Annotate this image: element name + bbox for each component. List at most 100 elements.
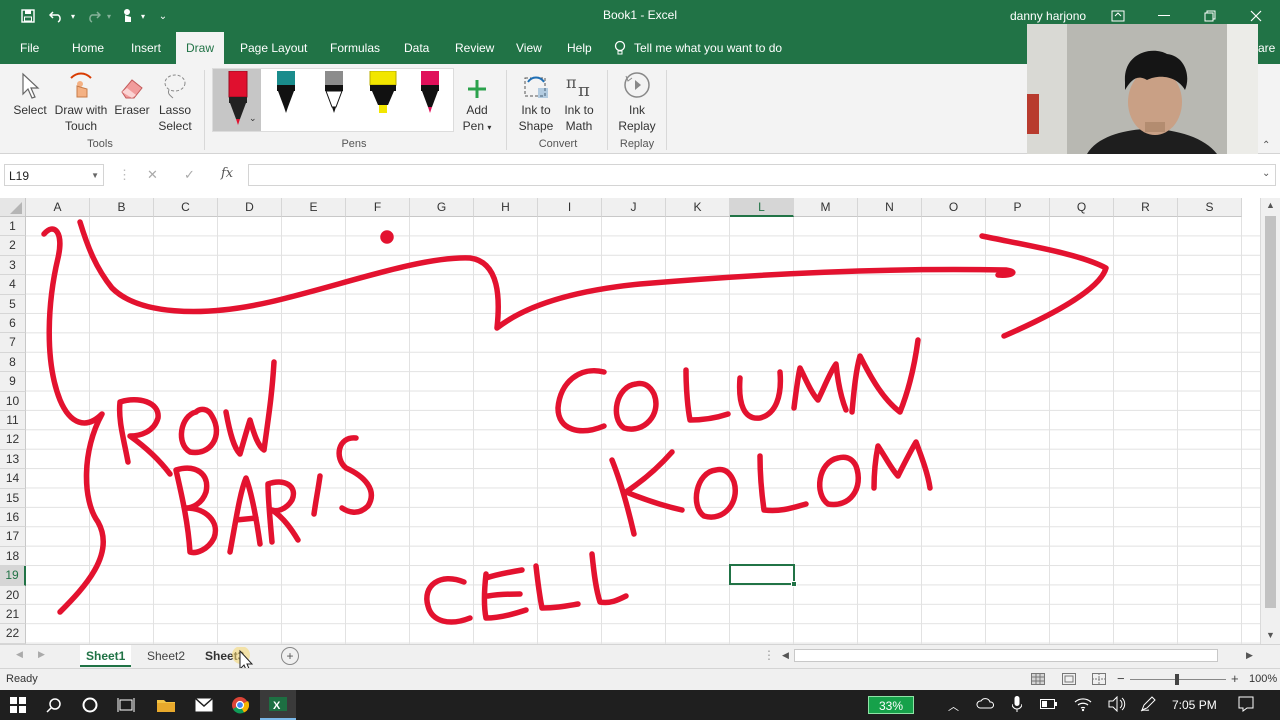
column-header-d[interactable]: D (218, 198, 282, 217)
lasso-select-button[interactable]: Lasso Select (154, 68, 196, 134)
tab-review[interactable]: Review (445, 32, 504, 64)
row-header-6[interactable]: 6 (0, 314, 26, 334)
formula-input[interactable] (248, 164, 1276, 186)
column-header-o[interactable]: O (922, 198, 986, 217)
row-header-4[interactable]: 4 (0, 275, 26, 295)
column-header-k[interactable]: K (666, 198, 730, 217)
page-layout-view-icon[interactable] (1062, 673, 1076, 688)
eraser-button[interactable]: Eraser (112, 68, 152, 118)
row-header-10[interactable]: 10 (0, 391, 26, 411)
column-header-e[interactable]: E (282, 198, 346, 217)
column-header-i[interactable]: I (538, 198, 602, 217)
tab-draw[interactable]: Draw (176, 32, 225, 65)
tab-view[interactable]: View (506, 32, 552, 64)
row-header-19[interactable]: 19 (0, 566, 26, 586)
active-cell-l19[interactable] (729, 564, 797, 587)
row-header-12[interactable]: 12 (0, 430, 26, 450)
pen-black-galaxy-icon[interactable] (275, 71, 297, 122)
insert-function-icon[interactable]: fx (221, 166, 233, 181)
row-header-15[interactable]: 15 (0, 488, 26, 508)
row-header-3[interactable]: 3 (0, 255, 26, 276)
cancel-entry-icon[interactable]: ✕ (147, 167, 158, 183)
column-header-p[interactable]: P (986, 198, 1050, 217)
tab-help[interactable]: Help (557, 32, 602, 64)
confirm-entry-icon[interactable]: ✓ (184, 167, 195, 183)
zoom-in-icon[interactable]: + (1231, 671, 1239, 686)
tab-page-layout[interactable]: Page Layout (230, 32, 317, 64)
column-header-b[interactable]: B (90, 198, 154, 217)
next-sheet-icon[interactable]: ▶ (38, 649, 45, 660)
highlighter-yellow-icon[interactable] (369, 70, 397, 122)
column-header-s[interactable]: S (1178, 198, 1242, 217)
row-header-11[interactable]: 11 (0, 411, 26, 431)
name-box[interactable]: L19 ▼ (4, 164, 104, 186)
row-header-22[interactable]: 22 (0, 624, 26, 644)
row-header-16[interactable]: 16 (0, 508, 26, 528)
row-header-17[interactable]: 17 (0, 527, 26, 547)
chrome-icon[interactable] (222, 690, 258, 720)
column-header-r[interactable]: R (1114, 198, 1178, 217)
row-header-8[interactable]: 8 (0, 352, 26, 373)
pen-pink-icon[interactable] (419, 71, 441, 122)
tab-split-handle-icon[interactable]: ⋮ (763, 648, 775, 662)
onedrive-icon[interactable] (976, 697, 995, 712)
tell-me-search[interactable]: Tell me what you want to do (614, 32, 782, 64)
row-header-18[interactable]: 18 (0, 546, 26, 567)
pen-pencil-gray-icon[interactable] (323, 71, 345, 122)
taskbar-clock[interactable]: 7:05 PM (1172, 698, 1217, 712)
row-header-13[interactable]: 13 (0, 449, 26, 470)
column-header-n[interactable]: N (858, 198, 922, 217)
wifi-icon[interactable] (1074, 696, 1092, 715)
select-button[interactable]: Select (8, 68, 52, 118)
pen-workspace-icon[interactable] (1140, 696, 1156, 715)
search-icon[interactable] (36, 690, 72, 720)
row-header-9[interactable]: 9 (0, 372, 26, 392)
column-header-m[interactable]: M (794, 198, 858, 217)
zoom-slider-thumb[interactable] (1175, 674, 1179, 685)
file-explorer-icon[interactable] (148, 690, 184, 720)
row-header-1[interactable]: 1 (0, 217, 26, 237)
row-header-14[interactable]: 14 (0, 469, 26, 489)
select-all-corner[interactable] (0, 198, 26, 217)
action-center-icon[interactable] (1238, 696, 1254, 715)
pen-red-icon[interactable] (227, 70, 249, 132)
ink-to-shape-button[interactable]: Ink to Shape (514, 68, 558, 134)
excel-taskbar-icon[interactable]: X (260, 690, 296, 720)
share-button[interactable]: are (1258, 41, 1275, 55)
windows-start-icon[interactable] (0, 690, 36, 720)
page-break-view-icon[interactable] (1092, 673, 1106, 688)
row-header-20[interactable]: 20 (0, 585, 26, 605)
column-header-g[interactable]: G (410, 198, 474, 217)
row-header-5[interactable]: 5 (0, 294, 26, 314)
ink-replay-button[interactable]: Ink Replay (614, 68, 660, 134)
column-header-c[interactable]: C (154, 198, 218, 217)
sheet-tab-sheet1[interactable]: Sheet1 (80, 645, 132, 667)
tab-home[interactable]: Home (62, 32, 114, 64)
expand-formula-bar-icon[interactable]: ⌄ (1262, 168, 1270, 179)
tab-formulas[interactable]: Formulas (320, 32, 390, 64)
tab-file[interactable]: File (10, 32, 49, 64)
cell-area[interactable] (26, 217, 1260, 644)
column-header-h[interactable]: H (474, 198, 538, 217)
vertical-scrollbar[interactable]: ▲ ▼ (1260, 198, 1280, 644)
column-header-q[interactable]: Q (1050, 198, 1114, 217)
draw-with-touch-button[interactable]: Draw with Touch (52, 68, 110, 134)
zoom-out-icon[interactable]: − (1117, 671, 1125, 686)
pen-options-dropdown-icon[interactable]: ⌄ (249, 113, 257, 124)
user-name[interactable]: danny harjono (1010, 9, 1086, 23)
battery-badge[interactable]: 33% (868, 696, 914, 714)
worksheet-grid[interactable]: ABCDEFGHIJKLMNOPQRS 1 2 3 4 5 6 7 8 9 10 11 12 13 14 1… (0, 198, 1260, 644)
horizontal-scroll-thumb[interactable] (794, 649, 1218, 662)
task-view-icon[interactable] (108, 690, 144, 720)
tab-insert[interactable]: Insert (121, 32, 171, 64)
add-pen-button[interactable]: Add Pen ▾ (458, 68, 496, 136)
sheet-tab-sheet2[interactable]: Sheet2 (141, 645, 191, 667)
name-box-dropdown-icon[interactable]: ▼ (91, 171, 99, 180)
scroll-right-icon[interactable]: ▶ (1246, 650, 1253, 661)
ink-to-math-button[interactable]: ππ Ink to Math (558, 68, 600, 134)
volume-icon[interactable] (1108, 695, 1126, 715)
new-sheet-button[interactable]: + (281, 647, 299, 665)
column-header-l[interactable]: L (730, 198, 794, 217)
microphone-icon[interactable] (1011, 696, 1023, 715)
tab-data[interactable]: Data (394, 32, 439, 64)
